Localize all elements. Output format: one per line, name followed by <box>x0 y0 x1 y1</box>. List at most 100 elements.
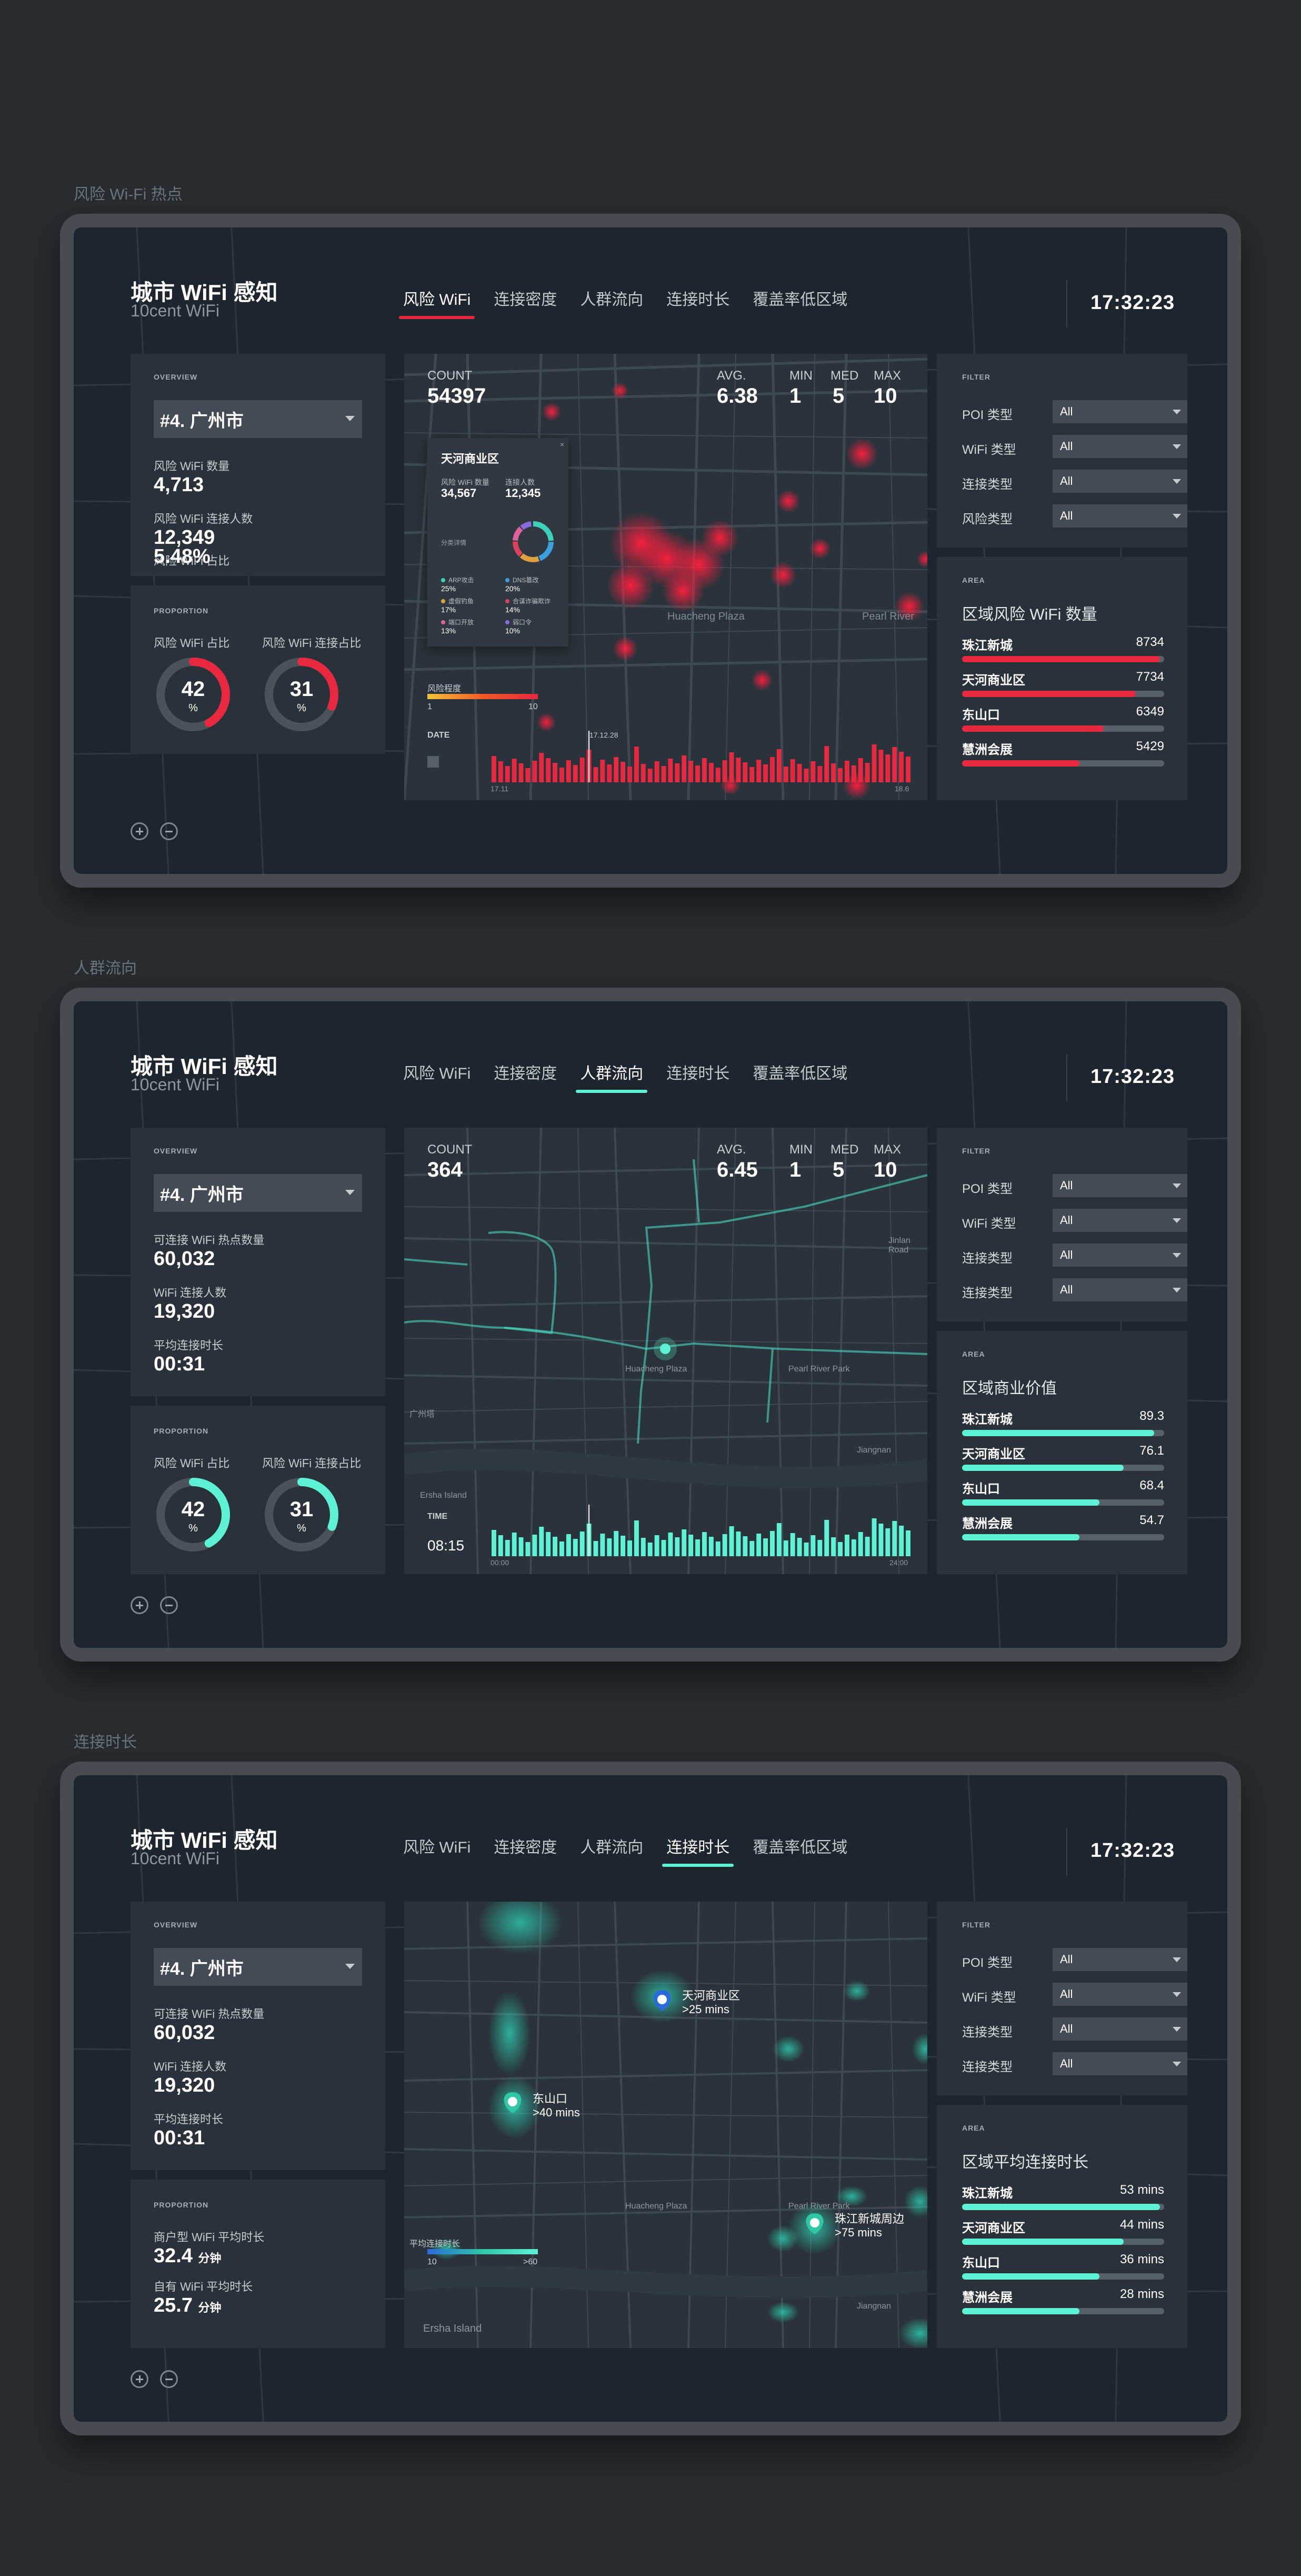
med-value: 5 <box>833 1158 845 1181</box>
popup-value: 12,345 <box>505 486 541 500</box>
tab-crowd-flow[interactable]: 人群流向 <box>580 1834 643 1867</box>
stat-value: 25.7 分钟 <box>154 2294 222 2316</box>
timeline-bar <box>722 760 727 782</box>
timeline-bar <box>851 765 856 782</box>
zoom-in-icon[interactable] <box>131 1596 148 1614</box>
donut-unit: % <box>297 702 306 714</box>
pause-button[interactable] <box>427 756 439 768</box>
filter-select[interactable]: All <box>1053 1244 1187 1267</box>
date-timeline-histogram[interactable] <box>491 731 912 782</box>
city-select-value: #4. 广州市 <box>160 1185 244 1205</box>
overview-panel: OVERVIEW #4. 广州市 可连接 WiFi 热点数量 60,032 Wi… <box>131 1128 385 1396</box>
nav-tabs: 风险 WiFi 连接密度 人群流向 连接时长 覆盖率低区域 <box>399 286 870 319</box>
zoom-out-icon[interactable] <box>160 2370 178 2388</box>
tab-density[interactable]: 连接密度 <box>494 286 557 319</box>
city-select[interactable]: #4. 广州市 <box>154 400 362 438</box>
area-title: 区域商业价值 <box>962 1380 1057 1397</box>
filter-select[interactable]: All <box>1053 1209 1187 1232</box>
stat-label: 风险 WiFi 数量 <box>154 460 230 473</box>
chevron-down-icon <box>1173 444 1181 449</box>
area-title: 区域风险 WiFi 数量 <box>962 606 1097 623</box>
timeline-bar <box>776 1523 782 1556</box>
area-value: 44 mins <box>1119 2217 1164 2232</box>
legend-gradient <box>427 694 538 699</box>
donut-label: 风险 WiFi 占比 <box>154 1457 230 1470</box>
tab-low-coverage[interactable]: 覆盖率低区域 <box>753 286 847 319</box>
filter-wifi-type[interactable]: WiFi 类型 All <box>962 1983 1187 2006</box>
map-view[interactable]: 天河商业区 >25 mins 东山口 >40 mins 珠江新城周边 >75 mins… <box>404 1902 927 2348</box>
tab-duration[interactable]: 连接时长 <box>666 1060 729 1093</box>
timeline-bar <box>858 758 863 782</box>
proportion-panel: PROPORTION 风险 WiFi 占比 风险 WiFi 连接占比 42 % … <box>131 585 385 754</box>
legend-dot <box>505 620 509 624</box>
nav-tabs: 风险 WiFi 连接密度 人群流向 连接时长 覆盖率低区域 <box>403 1834 870 1867</box>
zoom-in-icon[interactable] <box>131 2370 148 2388</box>
area-panel: AREA 区域风险 WiFi 数量 珠江新城 8734 天河商业区 7734 东山口… <box>937 557 1187 800</box>
timeline-bar <box>804 1543 809 1556</box>
tab-crowd-flow[interactable]: 人群流向 <box>580 286 643 319</box>
filter-connection-type[interactable]: 连接类型 All <box>962 1244 1187 1267</box>
filter-connection-type[interactable]: 连接类型 All <box>962 470 1187 493</box>
timeline-bar <box>668 1533 673 1556</box>
timeline-bar <box>593 767 598 782</box>
tab-crowd-flow[interactable]: 人群流向 <box>576 1060 648 1093</box>
filter-select[interactable]: All <box>1053 2017 1187 2041</box>
tab-low-coverage[interactable]: 覆盖率低区域 <box>753 1060 847 1093</box>
tab-risk-wifi[interactable]: 风险 WiFi <box>403 1060 471 1093</box>
timeline-bar <box>579 758 585 782</box>
filter-label: POI 类型 <box>962 1956 1013 1970</box>
filter-select[interactable]: All <box>1053 2052 1187 2075</box>
overview-label: OVERVIEW <box>154 1921 198 1929</box>
timeline-bar <box>647 1543 653 1556</box>
filter-wifi-type[interactable]: WiFi 类型 All <box>962 435 1187 458</box>
filter-select[interactable]: All <box>1053 1174 1187 1197</box>
timeline-bar <box>675 763 680 782</box>
filter-poi-type[interactable]: POI 类型 All <box>962 1174 1187 1197</box>
filter-select[interactable]: All <box>1053 470 1187 493</box>
filter-connection-type[interactable]: 连接类型 All <box>962 2017 1187 2041</box>
progress-bar-fill <box>962 2308 1079 2314</box>
proportion-panel: PROPORTION 风险 WiFi 占比 风险 WiFi 连接占比 42 % … <box>131 1406 385 1574</box>
city-select[interactable]: #4. 广州市 <box>154 1948 362 1986</box>
count-label: COUNT <box>427 369 473 383</box>
timeline-bar <box>810 1535 816 1556</box>
map-view[interactable]: Huacheng Plaza Pearl River Park 广州塔 Ersh… <box>404 1128 927 1574</box>
area-name: 珠江新城 <box>962 1413 1013 1427</box>
close-icon[interactable]: × <box>560 440 564 449</box>
timeline-bar <box>817 766 823 782</box>
filter-risk-type[interactable]: 风险类型 All <box>962 504 1187 528</box>
filter-label: WiFi 类型 <box>962 1217 1016 1231</box>
zoom-in-icon[interactable] <box>131 822 148 840</box>
filter-connection-type-2[interactable]: 连接类型 All <box>962 1278 1187 1301</box>
filter-wifi-type[interactable]: WiFi 类型 All <box>962 1209 1187 1232</box>
timeline-bar <box>546 1532 551 1556</box>
area-name: 珠江新城 <box>962 639 1013 653</box>
filter-select[interactable]: All <box>1053 435 1187 458</box>
zoom-out-icon[interactable] <box>160 1596 178 1614</box>
stat-label: 平均连接时长 <box>154 1339 224 1352</box>
filter-select[interactable]: All <box>1053 1278 1187 1301</box>
tab-density[interactable]: 连接密度 <box>494 1834 557 1867</box>
city-select[interactable]: #4. 广州市 <box>154 1174 362 1212</box>
overview-label: OVERVIEW <box>154 373 198 381</box>
tab-risk-wifi[interactable]: 风险 WiFi <box>399 286 475 319</box>
timeline-bar <box>505 766 510 782</box>
filter-poi-type[interactable]: POI 类型 All <box>962 400 1187 423</box>
tab-duration[interactable]: 连接时长 <box>662 1834 734 1867</box>
map-view[interactable]: Huacheng Plaza Pearl River COUNT 54397 A… <box>404 354 927 800</box>
filter-select[interactable]: All <box>1053 400 1187 423</box>
time-timeline-histogram[interactable] <box>491 1505 912 1556</box>
tab-low-coverage[interactable]: 覆盖率低区域 <box>753 1834 847 1867</box>
zoom-out-icon[interactable] <box>160 822 178 840</box>
tab-risk-wifi[interactable]: 风险 WiFi <box>403 1834 471 1867</box>
filter-select[interactable]: All <box>1053 504 1187 528</box>
filter-select[interactable]: All <box>1053 1983 1187 2006</box>
filter-poi-type[interactable]: POI 类型 All <box>962 1948 1187 1971</box>
filter-connection-type-2[interactable]: 连接类型 All <box>962 2052 1187 2075</box>
tab-duration[interactable]: 连接时长 <box>666 286 729 319</box>
area-name: 慧洲会展 <box>962 1517 1013 1531</box>
filter-select[interactable]: All <box>1053 1948 1187 1971</box>
tab-density[interactable]: 连接密度 <box>494 1060 557 1093</box>
timeline-bar <box>878 1524 884 1556</box>
timeline-bar <box>512 759 517 782</box>
